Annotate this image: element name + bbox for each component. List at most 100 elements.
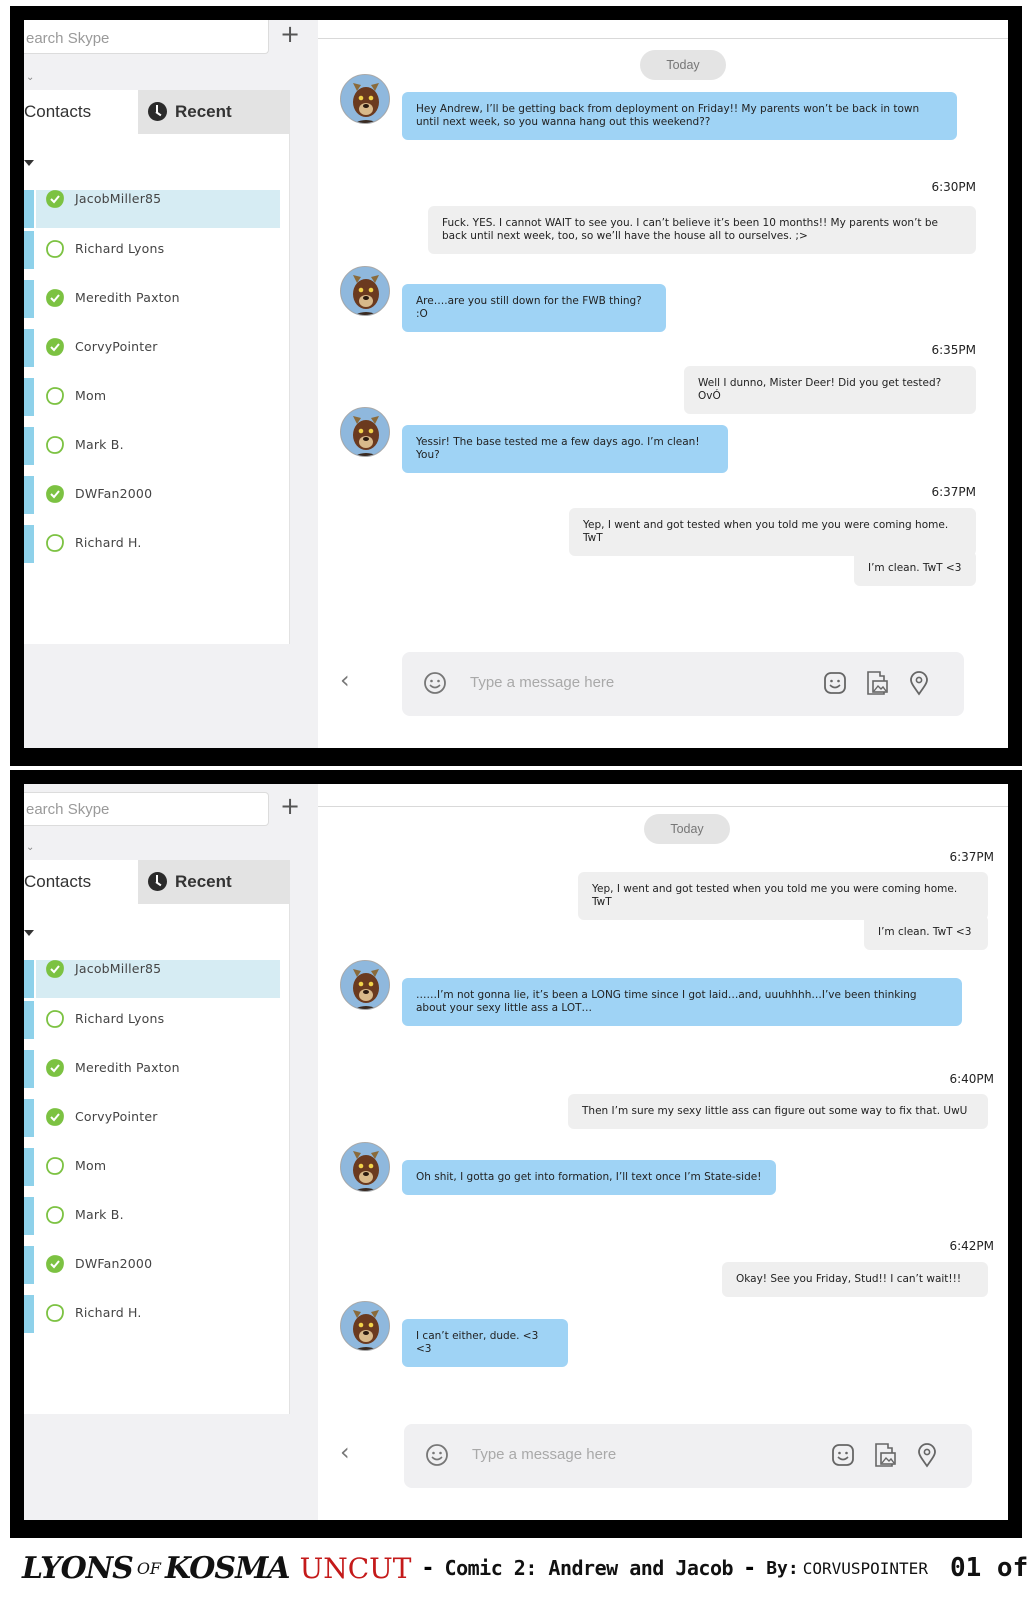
contact-name: Richard H.: [75, 1305, 142, 1320]
collapse-chevron-icon[interactable]: ⌄: [26, 72, 34, 83]
outgoing-message-bubble[interactable]: Fuck. YES. I cannot WAIT to see you. I c…: [428, 206, 976, 254]
contact-avatar[interactable]: [340, 960, 390, 1010]
contact-presence-bar: [24, 427, 34, 465]
incoming-message-bubble[interactable]: Hey Andrew, I’ll be getting back from de…: [402, 92, 957, 140]
message-timestamp: 6:30PM: [931, 180, 976, 194]
series-title-kosma: KOSMA: [165, 1550, 291, 1586]
collapse-chevron-icon[interactable]: ⌄: [26, 842, 34, 853]
message-input[interactable]: Type a message here: [470, 674, 614, 691]
sidebar: earch Skype + ⌄ Contacts Recent JacobMil…: [24, 20, 318, 748]
status-offline-icon: [46, 387, 64, 405]
location-icon[interactable]: [914, 1442, 940, 1468]
outgoing-message-bubble[interactable]: I’m clean. TwT <3: [864, 915, 988, 950]
contact-item[interactable]: JacobMiller85: [24, 190, 280, 228]
outgoing-message-bubble[interactable]: Okay! See you Friday, Stud!! I can’t wai…: [722, 1262, 988, 1297]
status-online-icon: [46, 338, 64, 356]
message-timestamp: 6:42PM: [949, 1239, 994, 1253]
sticker-icon[interactable]: [822, 670, 848, 696]
incoming-message-bubble[interactable]: Are….are you still down for the FWB thin…: [402, 284, 666, 332]
emoticon-icon[interactable]: [422, 670, 448, 696]
contact-presence-bar: [24, 1246, 34, 1284]
emoticon-icon[interactable]: [424, 1442, 450, 1468]
contact-presence-bar: [24, 190, 34, 228]
date-divider: Today: [640, 50, 726, 80]
contact-name: CorvyPointer: [75, 1109, 158, 1124]
search-input[interactable]: earch Skype: [24, 792, 269, 826]
message-timestamp: 6:40PM: [949, 1072, 994, 1086]
contact-item[interactable]: Mom: [24, 1148, 280, 1186]
series-title-of: OF: [136, 1558, 162, 1578]
contact-item[interactable]: Richard Lyons: [24, 231, 280, 269]
outgoing-message-bubble[interactable]: Then I’m sure my sexy little ass can fig…: [568, 1094, 988, 1129]
tab-contacts[interactable]: Contacts: [24, 860, 138, 904]
message-composer[interactable]: Type a message here: [402, 652, 964, 716]
incoming-message-bubble[interactable]: Yessir! The base tested me a few days ag…: [402, 425, 728, 473]
date-divider: Today: [644, 814, 730, 844]
contact-name: Meredith Paxton: [75, 290, 180, 305]
chat-screenshot-panel-1: earch Skype + ⌄ Contacts Recent JacobMil…: [10, 6, 1022, 766]
status-online-icon: [46, 289, 64, 307]
status-online-icon: [46, 1255, 64, 1273]
contact-item[interactable]: Meredith Paxton: [24, 280, 280, 318]
media-icon[interactable]: [864, 670, 890, 696]
contact-name: JacobMiller85: [75, 961, 162, 976]
tab-contacts[interactable]: Contacts: [24, 90, 138, 134]
back-chevron-icon[interactable]: ‹: [340, 1438, 350, 1466]
media-icon[interactable]: [872, 1442, 898, 1468]
status-offline-icon: [46, 1304, 64, 1322]
message-composer[interactable]: Type a message here: [404, 1424, 972, 1488]
back-chevron-icon[interactable]: ‹: [340, 666, 350, 694]
contact-presence-bar: [24, 231, 34, 269]
contact-item[interactable]: Richard H.: [24, 1295, 280, 1333]
location-icon[interactable]: [906, 670, 932, 696]
contact-item[interactable]: Mark B.: [24, 1197, 280, 1235]
incoming-message-bubble[interactable]: Oh shit, I gotta go get into formation, …: [402, 1160, 776, 1195]
contact-presence-bar: [24, 378, 34, 416]
contact-avatar[interactable]: [340, 266, 390, 316]
contact-item[interactable]: CorvyPointer: [24, 1099, 280, 1137]
outgoing-message-bubble[interactable]: Yep, I went and got tested when you told…: [578, 872, 988, 920]
contact-item[interactable]: DWFan2000: [24, 476, 280, 514]
message-timestamp: 6:37PM: [949, 850, 994, 864]
contact-item[interactable]: Meredith Paxton: [24, 1050, 280, 1088]
tab-recent[interactable]: Recent: [138, 860, 290, 904]
add-contact-button[interactable]: +: [280, 20, 300, 48]
outgoing-message-bubble[interactable]: I’m clean. TwT <3: [854, 551, 976, 586]
status-online-icon: [46, 1108, 64, 1126]
contact-avatar[interactable]: [340, 407, 390, 457]
tab-recent[interactable]: Recent: [138, 90, 290, 134]
status-online-icon: [46, 190, 64, 208]
contact-list: JacobMiller85 Richard Lyons Meredith Paxto…: [24, 904, 290, 1414]
contact-item[interactable]: Mark B.: [24, 427, 280, 465]
tab-recent-label: Recent: [175, 872, 232, 891]
contact-item[interactable]: DWFan2000: [24, 1246, 280, 1284]
contact-item[interactable]: Mom: [24, 378, 280, 416]
contact-avatar[interactable]: [340, 1142, 390, 1192]
contact-avatar[interactable]: [340, 1301, 390, 1351]
tab-recent-label: Recent: [175, 102, 232, 121]
outgoing-message-bubble[interactable]: Well I dunno, Mister Deer! Did you get t…: [684, 366, 976, 414]
contact-item[interactable]: Richard H.: [24, 525, 280, 563]
footer-separator: -: [745, 1555, 755, 1581]
search-input[interactable]: earch Skype: [24, 20, 269, 54]
contact-list: JacobMiller85 Richard Lyons Meredith Paxto…: [24, 134, 290, 644]
status-offline-icon: [46, 436, 64, 454]
status-offline-icon: [46, 534, 64, 552]
uncut-label: UNCUT: [299, 1551, 412, 1585]
contact-presence-bar: [24, 1099, 34, 1137]
message-input[interactable]: Type a message here: [472, 1446, 616, 1463]
status-online-icon: [46, 485, 64, 503]
group-expand-icon[interactable]: [24, 160, 34, 166]
group-expand-icon[interactable]: [24, 930, 34, 936]
contact-item[interactable]: JacobMiller85: [24, 960, 280, 998]
sticker-icon[interactable]: [830, 1442, 856, 1468]
contact-presence-bar: [24, 476, 34, 514]
page-counter: 01 of 33: [949, 1553, 1032, 1583]
incoming-message-bubble[interactable]: I can’t either, dude. <3 <3: [402, 1319, 568, 1367]
incoming-message-bubble[interactable]: ……I’m not gonna lie, it’s been a LONG ti…: [402, 978, 962, 1026]
outgoing-message-bubble[interactable]: Yep, I went and got tested when you told…: [569, 508, 976, 556]
add-contact-button[interactable]: +: [280, 792, 300, 820]
contact-avatar[interactable]: [340, 74, 390, 124]
contact-item[interactable]: CorvyPointer: [24, 329, 280, 367]
contact-item[interactable]: Richard Lyons: [24, 1001, 280, 1039]
